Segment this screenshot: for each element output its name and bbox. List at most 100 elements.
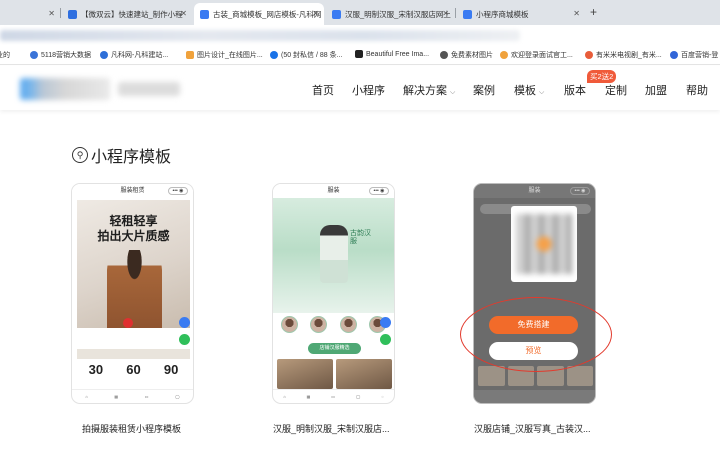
nav-item-miniprogram[interactable]: 小程序 <box>352 82 385 98</box>
tabbar-user-icon: ◯ <box>355 394 361 399</box>
template-hero-image: 古韵汉服 <box>273 198 394 313</box>
bookmark-favicon-icon <box>355 50 363 58</box>
template-card-label[interactable]: 拍摄服装租赁小程序模板 <box>82 422 181 435</box>
photo-grid <box>277 359 392 389</box>
nav-item-version[interactable]: 版本 <box>564 82 586 98</box>
close-tab-icon[interactable]: ✕ <box>312 9 319 18</box>
nav-item-help[interactable]: 帮助 <box>686 82 708 98</box>
close-tab-icon[interactable]: ✕ <box>573 9 580 18</box>
phone-call-icon <box>179 317 190 328</box>
nav-item-solutions[interactable]: 解决方案 ⌵ <box>403 82 455 98</box>
bookmark-favicon-icon <box>585 51 593 59</box>
template-card[interactable]: 服装租赁 ••• ◉ 轻租轻享 拍出大片质感 30 60 90 ⌂ ▦ ▭ ◯ <box>71 183 194 404</box>
browser-tab-active[interactable]: 古装_商城模板_网店模板-凡科网 ✕ <box>194 3 324 25</box>
site-favicon-icon <box>68 9 77 19</box>
avatar <box>339 316 357 333</box>
site-favicon-icon <box>463 9 472 19</box>
address-bar-blurred <box>0 30 520 41</box>
nav-item-templates[interactable]: 模板 ⌵ <box>514 82 544 98</box>
close-tab-icon[interactable]: ✕ <box>48 9 55 18</box>
template-card-label[interactable]: 汉服_明制汉服_宋制汉服店... <box>273 422 390 435</box>
capsule-menu-icon: ••• ◉ <box>369 187 389 195</box>
template-card-label[interactable]: 汉服店铺_汉服写真_古装汉... <box>474 422 591 435</box>
poster-text: 古韵汉服 <box>350 230 371 246</box>
stat-value: 90 <box>163 362 179 377</box>
nav-item-custom[interactable]: 定制 <box>605 82 627 98</box>
bookmark-item[interactable]: 凡科网-凡科建站... <box>100 50 168 60</box>
tabbar-cart-icon: ▭ <box>331 394 336 399</box>
capsule-menu-icon: ••• ◉ <box>168 187 188 195</box>
tabbar-home-icon: ⌂ <box>85 394 88 399</box>
site-favicon-icon <box>332 9 341 19</box>
tab-title: 【微双云】快速建站_制作小程 <box>81 9 183 19</box>
bookmark-favicon-icon <box>270 51 278 59</box>
wechat-icon <box>380 334 391 345</box>
bookmark-item[interactable]: 有米米电视剧_有米... <box>585 50 662 60</box>
bookmark-item[interactable]: (50 封私信 / 88 条... <box>270 50 342 60</box>
carousel-dot <box>123 318 133 328</box>
bookmark-item[interactable]: 百度营销-登 <box>670 50 718 60</box>
site-logo-blurred[interactable] <box>20 78 110 100</box>
chevron-down-icon: ⌵ <box>539 89 545 96</box>
avatar <box>310 316 328 333</box>
browser-tab[interactable]: 【微双云】快速建站_制作小程 ✕ <box>62 3 192 25</box>
avatar <box>281 316 298 333</box>
bookmark-favicon-icon <box>670 51 678 59</box>
browser-tab-strip: ✕ 【微双云】快速建站_制作小程 ✕ 古装_商城模板_网店模板-凡科网 ✕ 汉服… <box>0 0 720 25</box>
phone-title-bar: 服装租赁 ••• ◉ <box>72 184 193 198</box>
template-hero-image: 轻租轻享 拍出大片质感 <box>77 200 190 328</box>
template-card-hovered[interactable]: 服装 ••• ◉ 免费搭建 预览 <box>473 183 596 404</box>
nav-item-cases[interactable]: 案例 <box>473 82 495 98</box>
address-bar[interactable] <box>0 25 720 45</box>
stats-row: 30 60 90 <box>77 362 190 388</box>
bookmark-favicon-icon <box>500 51 508 59</box>
section-title: 小程序模板 <box>91 149 172 166</box>
phone-call-icon <box>380 317 391 328</box>
section-heading: ⚲ 小程序模板 <box>72 143 171 167</box>
site-header: 首页 小程序 解决方案 ⌵ 案例 模板 ⌵ 版本 买2送2 定制 加盟 帮助 <box>0 66 720 110</box>
close-tab-icon[interactable]: ✕ <box>442 9 449 18</box>
wechat-icon <box>179 334 190 345</box>
stat-value: 30 <box>88 362 104 377</box>
phone-title-bar: 服装 ••• ◉ <box>273 184 394 198</box>
bookmark-item[interactable]: 5118营销大数据 <box>30 50 91 60</box>
capsule-menu-icon: ••• ◉ <box>570 187 590 195</box>
tabbar-category-icon: ▦ <box>114 394 119 399</box>
nav-item-franchise[interactable]: 加盟 <box>645 82 667 98</box>
bookmark-item[interactable]: Beautiful Free Ima... <box>355 50 429 58</box>
model-photo <box>107 250 162 328</box>
tabbar-cart-icon: ▭ <box>144 394 149 399</box>
tabbar-home-icon: ⌂ <box>283 394 286 399</box>
browser-tab-truncated[interactable]: ✕ <box>0 3 60 25</box>
free-build-button[interactable]: 免费搭建 <box>489 316 578 334</box>
photo-grid <box>478 366 593 386</box>
tabbar-category-icon: ▦ <box>306 394 311 399</box>
nav-item-home[interactable]: 首页 <box>312 82 334 98</box>
model-photo <box>320 225 348 283</box>
preview-button[interactable]: 预览 <box>489 342 578 360</box>
tab-title: 小程序商城模板 <box>476 9 529 19</box>
promo-strip <box>77 349 190 359</box>
browser-tab[interactable]: 汉服_明制汉服_宋制汉服店网上 ✕ <box>326 3 454 25</box>
site-favicon-icon <box>200 9 209 19</box>
template-subheadline: 拍出大片质感 <box>97 229 170 243</box>
bookmark-favicon-icon <box>440 51 448 59</box>
bookmark-favicon-icon <box>100 51 108 59</box>
bookmark-favicon-icon <box>186 51 194 59</box>
tab-title: 古装_商城模板_网店模板-凡科网 <box>213 9 322 19</box>
close-tab-icon[interactable]: ✕ <box>180 9 187 18</box>
bookmark-item[interactable]: 图片设计_在线图片... <box>186 50 263 60</box>
template-card[interactable]: 服装 ••• ◉ 古韵汉服 店铺汉服精选 ⌂ ▦ ▭ ◯ ◌ <box>272 183 395 404</box>
bookmark-item[interactable]: 免费素材图片 <box>440 50 493 60</box>
phone-tabbar <box>474 390 595 403</box>
stat-value: 60 <box>126 362 141 377</box>
avatar-row <box>281 316 386 333</box>
tabbar-user-icon: ◯ <box>175 394 180 399</box>
phone-tabbar: ⌂ ▦ ▭ ◯ <box>72 389 193 403</box>
bookmark-item[interactable]: 欢迎登录面试官工... <box>500 50 573 60</box>
bookmarks-bar: 业的 5118营销大数据 凡科网-凡科建站... 图片设计_在线图片... (5… <box>0 45 720 65</box>
chevron-down-icon: ⌵ <box>450 89 456 96</box>
new-tab-icon[interactable]: + <box>590 5 597 19</box>
browser-tab[interactable]: 小程序商城模板 ✕ <box>457 3 585 25</box>
bookmark-truncated[interactable]: 业的 <box>0 50 10 60</box>
